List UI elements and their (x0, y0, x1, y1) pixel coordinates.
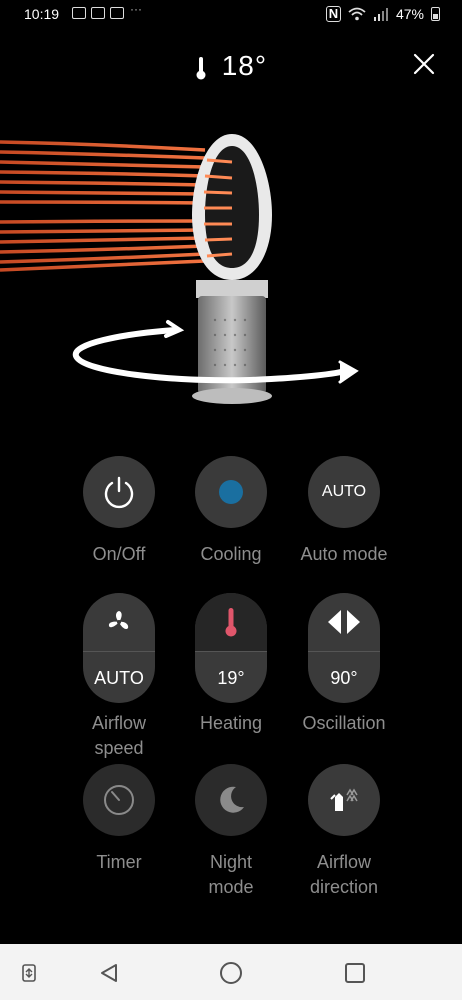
back-button[interactable] (94, 958, 124, 988)
current-temperature: 18° (0, 50, 462, 82)
airflow-direction-button[interactable] (308, 764, 380, 836)
cooling-button[interactable] (195, 456, 267, 528)
auto-mode-value: AUTO (321, 483, 367, 500)
mail-notification-icon (72, 7, 86, 19)
heating-value: 19° (217, 668, 245, 688)
control-timer[interactable]: Timer (59, 764, 179, 875)
night-mode-label-line2: mode (208, 877, 254, 897)
close-icon[interactable] (412, 52, 436, 76)
airflow-speed-label-line2: speed (94, 738, 144, 758)
control-night-mode[interactable]: Night mode (171, 764, 291, 900)
status-time: 10:19 (24, 6, 60, 22)
fan-loop (192, 134, 272, 280)
auto-mode-label: Auto mode (300, 544, 388, 564)
airflow-speed-button[interactable]: AUTO (83, 593, 155, 703)
night-mode-label: Night mode (171, 850, 291, 900)
back-icon (101, 964, 117, 982)
cooling-label: Cooling (200, 544, 262, 564)
oscillation-label: Oscillation (302, 713, 386, 733)
airflow-speed-label-line1: Airflow (91, 713, 146, 733)
heating-label: Heating (199, 713, 263, 733)
thermometer-icon (225, 608, 237, 637)
temperature-value: 18° (221, 50, 268, 81)
system-navigation-bar (0, 944, 462, 1000)
oscillation-value: 90° (330, 668, 358, 688)
cooling-dot-icon (219, 480, 243, 504)
more-notifications-icon: ··· (130, 2, 142, 16)
control-oscillation[interactable]: 90° Oscillation (284, 593, 404, 736)
airflow-direction-label-line2: direction (309, 877, 379, 897)
thermometer-icon (196, 56, 206, 80)
control-heating[interactable]: 19° Heating (171, 593, 291, 736)
nfc-icon: N (325, 6, 341, 22)
keyboard-toggle-button[interactable] (14, 958, 44, 988)
status-bar: 10:19 ··· N 47% (0, 0, 462, 30)
battery-icon (431, 7, 440, 21)
battery-percent: 47% (395, 6, 424, 22)
signal-icon (373, 8, 388, 21)
auto-mode-button[interactable]: AUTO (308, 456, 380, 528)
home-icon (220, 962, 242, 984)
notification-icons (72, 7, 124, 19)
control-on-off[interactable]: On/Off (59, 456, 179, 567)
wifi-icon (348, 7, 366, 21)
control-airflow-speed[interactable]: AUTO Airflow speed (59, 593, 179, 761)
image-notification-icon (110, 7, 124, 19)
airflow-direction-label: Airflow direction (284, 850, 404, 900)
airflow-speed-value: AUTO (94, 668, 144, 688)
timer-button[interactable] (83, 764, 155, 836)
control-auto-mode[interactable]: AUTO Auto mode (284, 456, 404, 567)
airflow-direction-icon (330, 788, 358, 811)
night-mode-button[interactable] (195, 764, 267, 836)
airflow-speed-label: Airflow speed (59, 711, 179, 761)
on-off-button[interactable] (83, 456, 155, 528)
on-off-label: On/Off (92, 544, 146, 564)
power-icon (104, 476, 134, 509)
night-mode-label-line1: Night (209, 852, 253, 872)
oscillation-icon (328, 610, 360, 634)
recent-apps-button[interactable] (340, 958, 370, 988)
recent-apps-icon (345, 963, 365, 983)
heating-button[interactable]: 19° (195, 593, 267, 703)
oscillation-button[interactable]: 90° (308, 593, 380, 703)
timer-icon (104, 785, 134, 815)
control-cooling[interactable]: Cooling (171, 456, 291, 567)
airflow-direction-label-line1: Airflow (316, 852, 371, 872)
calendar-notification-icon (91, 7, 105, 19)
timer-label: Timer (96, 852, 142, 872)
fan-illustration (0, 134, 359, 404)
heat-stream (0, 140, 206, 272)
fan-icon (108, 611, 129, 630)
control-airflow-direction[interactable]: Airflow direction (284, 764, 404, 900)
keyboard-toggle-icon (22, 964, 36, 982)
fan-base (192, 280, 272, 404)
home-button[interactable] (216, 958, 246, 988)
moon-icon (220, 786, 244, 813)
